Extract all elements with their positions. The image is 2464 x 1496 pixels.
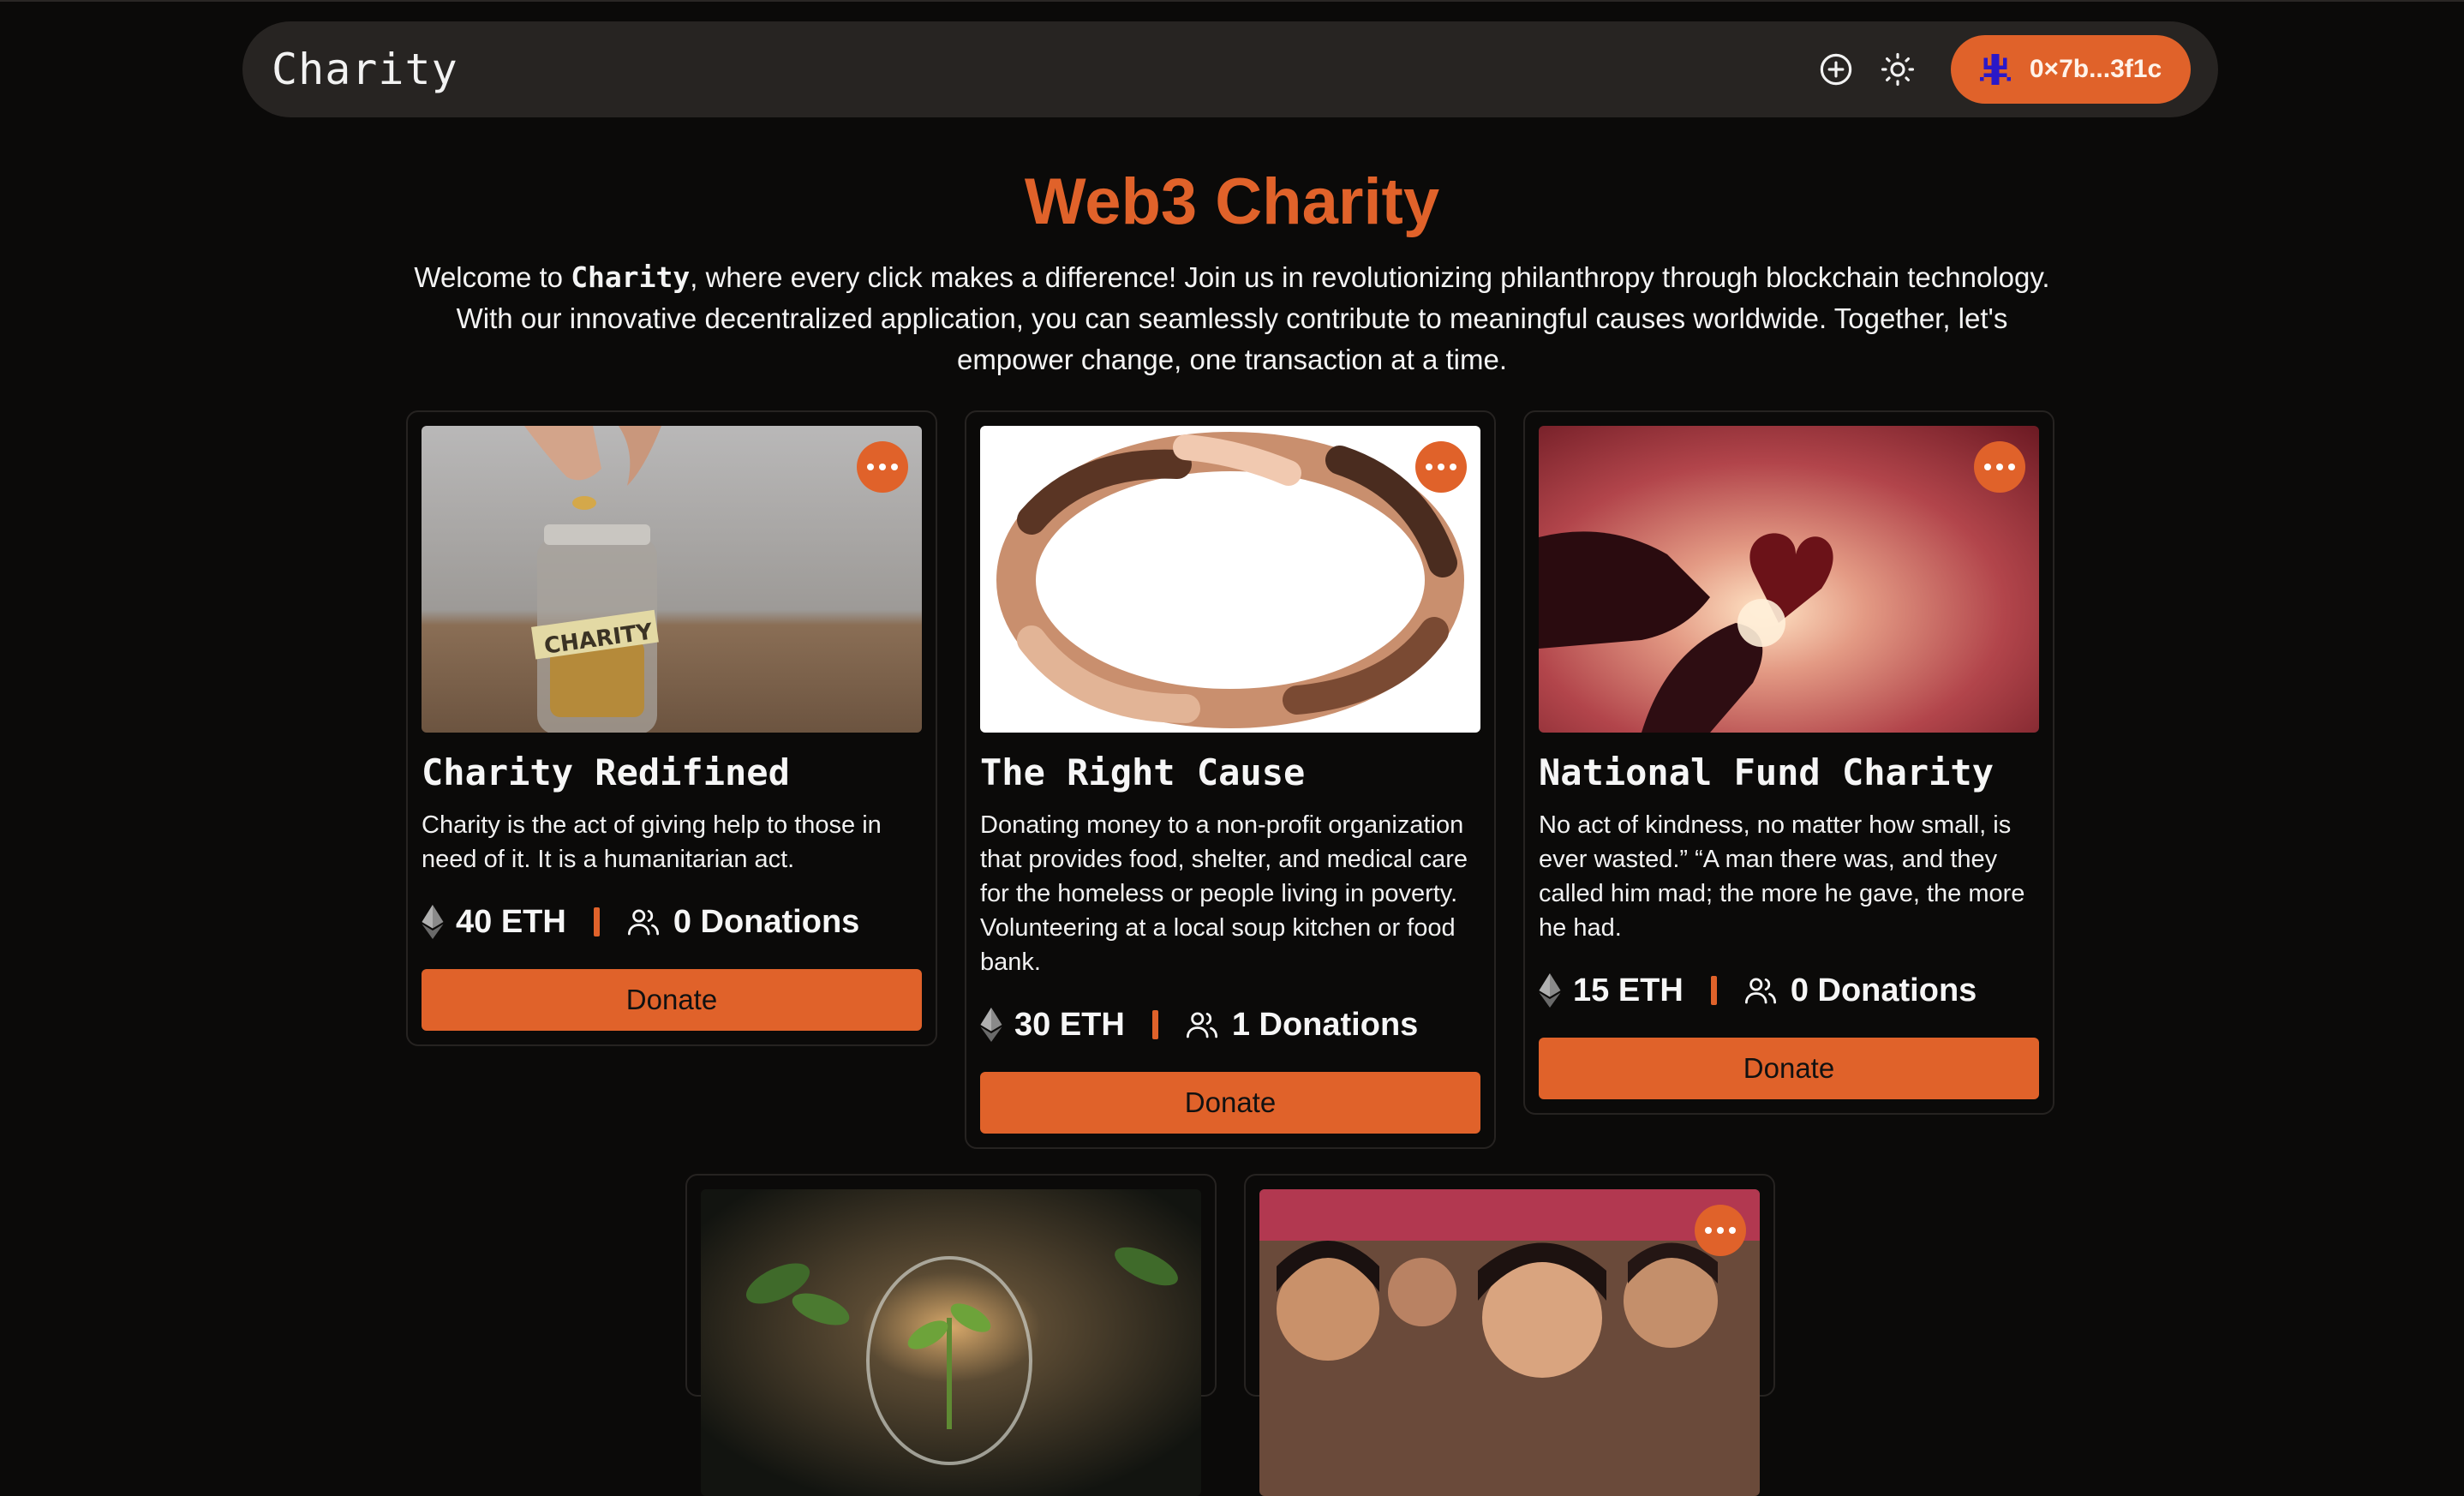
campaign-stats: 30 ETH 1 Donations (980, 1005, 1480, 1044)
donate-button[interactable]: Donate (980, 1072, 1480, 1134)
ethereum-icon (422, 905, 444, 939)
amount-label: 15 ETH (1573, 972, 1684, 1008)
campaign-card (685, 1174, 1217, 1496)
wallet-avatar-icon (1979, 54, 2011, 85)
create-campaign-button[interactable] (1814, 47, 1858, 92)
donate-button[interactable]: Donate (422, 969, 922, 1031)
more-options-button[interactable] (1695, 1205, 1746, 1256)
campaign-card: CHARITY Charity Redifined Charity is the… (406, 410, 937, 1046)
donations-label: 0 Donations (1790, 972, 1977, 1008)
campaign-title[interactable]: National Fund Charity (1539, 751, 2039, 794)
donation-count: 1 Donations (1184, 1007, 1418, 1044)
intro-text-end: , where every click makes a difference! … (456, 261, 2050, 375)
theme-toggle-button[interactable] (1875, 47, 1920, 92)
campaign-stats: 40 ETH 0 Donations (422, 902, 922, 942)
campaign-description: Charity is the act of giving help to tho… (422, 811, 882, 873)
campaign-description: Donating money to a non-profit organizat… (980, 811, 1468, 976)
page-title: Web3 Charity (1024, 165, 1440, 238)
plus-circle-icon (1820, 53, 1852, 86)
stat-divider (1710, 976, 1717, 1005)
donation-count: 0 Donations (1743, 972, 1977, 1009)
donate-button[interactable]: Donate (1539, 1038, 2039, 1099)
more-options-button[interactable] (1415, 441, 1467, 493)
donations-label: 1 Donations (1231, 1006, 1419, 1043)
campaign-stats: 15 ETH 0 Donations (1539, 971, 2039, 1010)
campaign-card: National Fund Charity No act of kindness… (1523, 410, 2054, 1115)
campaign-image[interactable] (1539, 426, 2039, 733)
users-icon (1186, 1012, 1217, 1038)
navbar: Charity 0×7b...3f1c (242, 21, 2218, 117)
navbar-actions: 0×7b...3f1c (1814, 35, 2191, 104)
charity-jar-image: CHARITY (422, 426, 922, 733)
campaign-image[interactable] (980, 426, 1480, 733)
top-border (0, 0, 2464, 2)
users-icon (1744, 978, 1776, 1004)
donations-label: 0 Donations (673, 903, 860, 940)
ethereum-icon (1539, 973, 1561, 1008)
campaign-title[interactable]: Charity Redifined (422, 751, 922, 794)
stat-divider (1151, 1010, 1158, 1039)
campaign-image[interactable]: CHARITY (422, 426, 922, 733)
intro-text-start: Welcome to (414, 261, 571, 293)
intro-brand: Charity (571, 260, 691, 294)
hero-intro: Welcome to Charity, where every click ma… (411, 257, 2053, 380)
stat-divider (593, 907, 600, 936)
campaign-image[interactable] (1259, 1189, 1760, 1496)
amount-label: 40 ETH (456, 903, 566, 940)
campaign-title[interactable]: The Right Cause (980, 751, 1480, 794)
heart-sunset-image (1539, 426, 2039, 733)
more-options-button[interactable] (1974, 441, 2025, 493)
donation-count: 0 Donations (625, 904, 859, 941)
goal-amount: 40 ETH (422, 904, 566, 941)
wallet-address: 0×7b...3f1c (2029, 55, 2162, 83)
goal-amount: 30 ETH (980, 1007, 1125, 1044)
brand-logo[interactable]: Charity (272, 45, 458, 94)
campaign-image[interactable] (701, 1189, 1201, 1496)
more-options-button[interactable] (857, 441, 908, 493)
amount-label: 30 ETH (1014, 1006, 1125, 1043)
plant-bulb-image (701, 1189, 1201, 1496)
campaign-card: The Right Cause Donating money to a non-… (965, 410, 1496, 1149)
ethereum-icon (980, 1008, 1002, 1042)
campaign-description: No act of kindness, no matter how small,… (1539, 811, 2025, 942)
users-icon (627, 909, 659, 936)
goal-amount: 15 ETH (1539, 972, 1684, 1009)
children-group-image (1259, 1189, 1760, 1496)
hands-circle-image (980, 426, 1480, 733)
campaign-card (1244, 1174, 1775, 1496)
wallet-connect-button[interactable]: 0×7b...3f1c (1951, 35, 2191, 104)
sun-icon (1881, 52, 1915, 87)
